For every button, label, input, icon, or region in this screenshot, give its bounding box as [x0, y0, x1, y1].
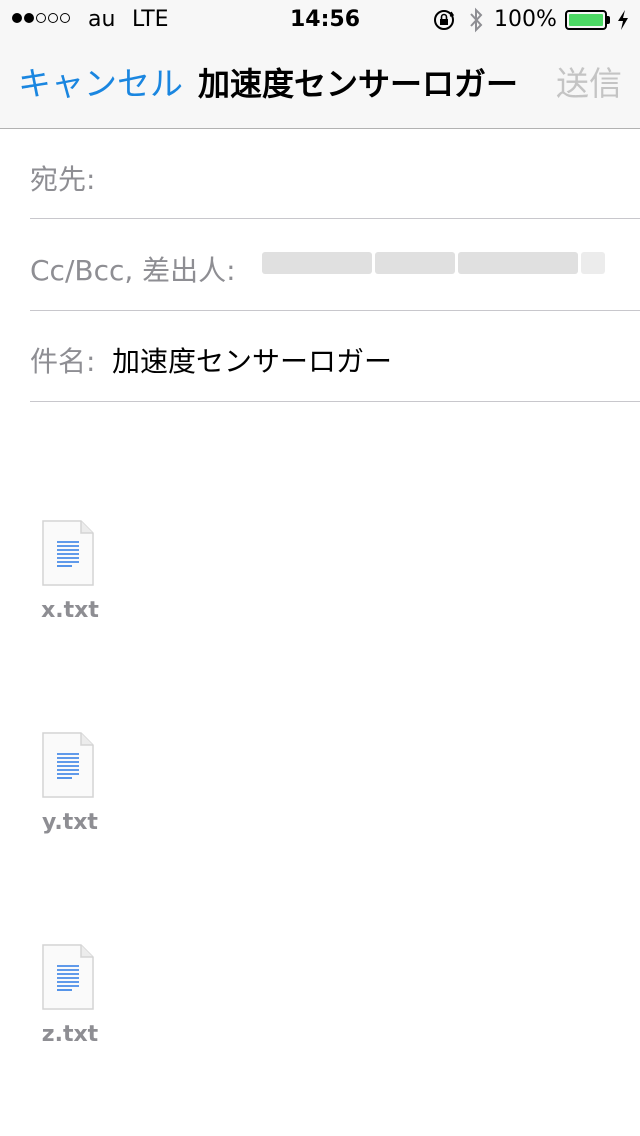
- cc-bcc-from-label: Cc/Bcc, 差出人:: [30, 254, 236, 287]
- compose-nav-bar: キャンセル 加速度センサーロガー 送信: [0, 40, 640, 129]
- subject-field-row[interactable]: 件名: 加速度センサーロガー: [30, 311, 640, 402]
- attachment-name: z.txt: [41, 1022, 99, 1047]
- text-document-icon: [42, 520, 94, 586]
- network-type: LTE: [132, 7, 169, 32]
- battery-percentage: 100%: [494, 7, 557, 32]
- cc-bcc-from-row[interactable]: Cc/Bcc, 差出人:: [30, 219, 640, 311]
- text-document-icon: [42, 732, 94, 798]
- compose-title: 加速度センサーロガー: [198, 65, 519, 103]
- clock: 14:56: [290, 7, 361, 32]
- battery-icon: [565, 10, 607, 30]
- subject-input[interactable]: 加速度センサーロガー: [112, 340, 392, 380]
- to-label: 宛先:: [30, 163, 96, 196]
- sender-address-redacted: [262, 252, 605, 274]
- attachment-x[interactable]: x.txt: [30, 520, 110, 630]
- rotation-lock-icon: [432, 8, 456, 36]
- subject-label: 件名:: [30, 345, 96, 378]
- status-bar: au LTE 14:56 100%: [0, 0, 640, 40]
- attachment-z[interactable]: z.txt: [30, 944, 110, 1054]
- cancel-button[interactable]: キャンセル: [18, 64, 183, 104]
- carrier-name: au: [88, 7, 116, 32]
- attachment-y[interactable]: y.txt: [30, 732, 110, 842]
- battery-tip: [607, 16, 610, 24]
- attachment-name: y.txt: [42, 810, 98, 835]
- send-button[interactable]: 送信: [556, 64, 622, 104]
- signal-strength-icon: [12, 13, 70, 23]
- attachment-name: x.txt: [41, 598, 99, 623]
- text-document-icon: [42, 944, 94, 1010]
- bluetooth-icon: [468, 6, 484, 38]
- charging-bolt-icon: [616, 9, 630, 35]
- to-field-row[interactable]: 宛先:: [30, 128, 640, 219]
